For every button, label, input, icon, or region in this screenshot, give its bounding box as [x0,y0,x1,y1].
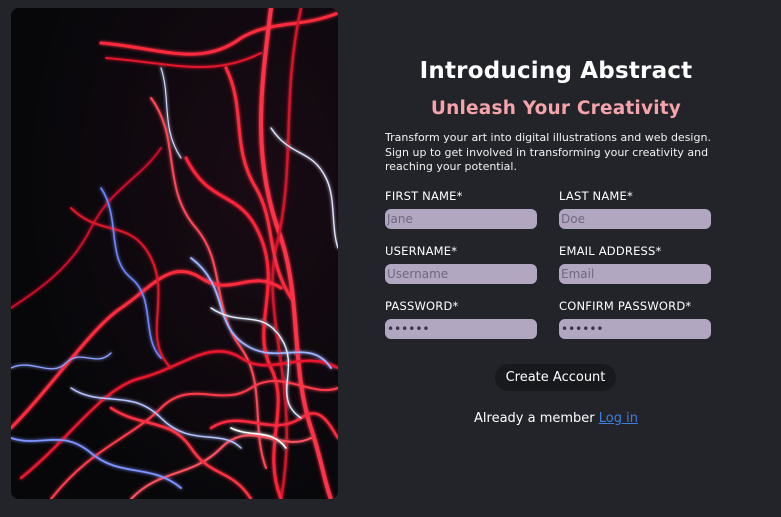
password-input[interactable] [385,319,537,339]
username-label: USERNAME* [385,244,458,258]
last-name-label: LAST NAME* [559,189,633,203]
username-input[interactable] [385,264,537,284]
confirm-password-label: CONFIRM PASSWORD* [559,299,692,313]
page-title: Introducing Abstract [419,58,693,84]
member-text: Already a member [474,411,595,426]
confirm-password-input[interactable] [559,319,711,339]
login-prompt: Already a member Log in [360,411,752,426]
email-input[interactable] [559,264,711,284]
email-label: EMAIL ADDRESS* [559,244,662,258]
first-name-label: FIRST NAME* [385,189,463,203]
light-trails-illustration [11,8,338,499]
first-name-input[interactable] [385,209,537,229]
login-link[interactable]: Log in [599,411,638,426]
signup-panel: Introducing Abstract Unleash Your Creati… [360,0,781,517]
intro-text: Transform your art into digital illustra… [385,131,711,173]
hero-artwork [11,8,338,499]
last-name-input[interactable] [559,209,711,229]
create-account-button[interactable]: Create Account [495,364,616,391]
password-label: PASSWORD* [385,299,459,313]
page-subtitle: Unleash Your Creativity [430,98,682,119]
